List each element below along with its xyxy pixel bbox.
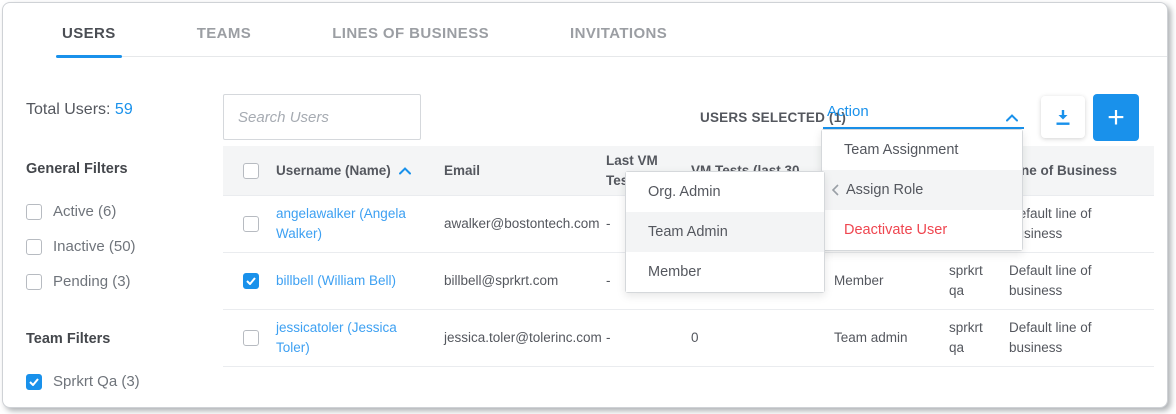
email-cell: awalker@bostontech.com [441, 196, 606, 252]
checkbox-active[interactable] [26, 204, 42, 220]
menu-item-deactivate-user[interactable]: Deactivate User [822, 210, 1022, 250]
submenu-item-member[interactable]: Member [626, 252, 824, 292]
tab-teams[interactable]: TEAMS [197, 16, 252, 56]
role-cell: Team admin [829, 310, 944, 366]
checkbox-pending[interactable] [26, 274, 42, 290]
header-line-of-business[interactable]: Line of Business [1004, 146, 1154, 195]
line-of-business-cell: Default line of business [1004, 196, 1154, 252]
row-select-cell[interactable] [223, 310, 263, 366]
row-checkbox[interactable] [243, 273, 259, 289]
username-link[interactable]: jessicatoler (Jessica Toler) [276, 318, 433, 357]
tab-users[interactable]: USERS [62, 16, 116, 56]
total-users-label: Total Users: [26, 101, 110, 118]
action-dropdown-label: Action [827, 103, 869, 120]
tab-invitations[interactable]: INVITATIONS [570, 16, 667, 56]
header-username[interactable]: Username (Name) [263, 146, 441, 195]
filter-sprkrt-qa[interactable]: Sprkrt Qa (3) [26, 373, 140, 390]
line-of-business-cell: Default line of business [1004, 253, 1154, 309]
team-cell: sprkrt qa [944, 310, 1004, 366]
check-icon [246, 277, 256, 285]
header-email[interactable]: Email [441, 146, 606, 195]
row-select-cell[interactable] [223, 196, 263, 252]
row-checkbox[interactable] [243, 216, 259, 232]
download-icon [1055, 109, 1071, 126]
role-cell: Member [829, 253, 944, 309]
filter-pending[interactable]: Pending (3) [26, 273, 131, 290]
vm-tests-cell: 0 [689, 310, 829, 366]
add-user-button[interactable]: + [1093, 94, 1139, 141]
sort-ascending-icon[interactable] [399, 167, 411, 175]
header-username-label: Username (Name) [276, 161, 391, 181]
general-filters-title: General Filters [26, 161, 128, 177]
filter-inactive-label: Inactive (50) [53, 238, 136, 255]
chevron-left-icon [832, 184, 839, 200]
select-all-checkbox[interactable] [243, 163, 259, 179]
table-row: jessicatoler (Jessica Toler) jessica.tol… [223, 310, 1154, 367]
row-select-cell[interactable] [223, 253, 263, 309]
chevron-up-icon [1006, 109, 1018, 127]
action-dropdown[interactable]: Action [823, 100, 1024, 129]
row-checkbox[interactable] [243, 330, 259, 346]
page-panel: USERS TEAMS LINES OF BUSINESS INVITATION… [2, 2, 1168, 408]
team-cell: sprkrt qa [944, 253, 1004, 309]
header-select-all[interactable] [223, 146, 263, 195]
filter-active[interactable]: Active (6) [26, 203, 116, 220]
team-filters-title: Team Filters [26, 331, 110, 347]
filter-sprkrt-qa-label: Sprkrt Qa (3) [53, 373, 140, 390]
check-icon [29, 378, 39, 386]
email-cell: jessica.toler@tolerinc.com [441, 310, 606, 366]
assign-role-submenu: Org. Admin Team Admin Member [625, 171, 825, 293]
checkbox-sprkrt-qa[interactable] [26, 374, 42, 390]
checkbox-inactive[interactable] [26, 239, 42, 255]
username-link[interactable]: billbell (William Bell) [276, 271, 396, 291]
tab-lines-of-business[interactable]: LINES OF BUSINESS [332, 16, 489, 56]
line-of-business-cell: Default line of business [1004, 310, 1154, 366]
user-management-app: USERS TEAMS LINES OF BUSINESS INVITATION… [0, 0, 1176, 414]
menu-item-assign-role[interactable]: Assign Role [822, 170, 1022, 210]
filter-inactive[interactable]: Inactive (50) [26, 238, 136, 255]
menu-item-team-assignment[interactable]: Team Assignment [822, 130, 1022, 170]
menu-item-assign-role-label: Assign Role [846, 182, 923, 198]
last-vm-test-cell: - [606, 310, 689, 366]
filter-pending-label: Pending (3) [53, 273, 131, 290]
download-users-button[interactable] [1041, 96, 1085, 138]
submenu-item-org-admin[interactable]: Org. Admin [626, 172, 824, 212]
filter-active-label: Active (6) [53, 203, 116, 220]
email-cell: billbell@sprkrt.com [441, 253, 606, 309]
tab-bar: USERS TEAMS LINES OF BUSINESS INVITATION… [56, 16, 1167, 57]
submenu-item-team-admin[interactable]: Team Admin [626, 212, 824, 252]
username-link[interactable]: angelawalker (Angela Walker) [276, 204, 433, 243]
action-menu: Team Assignment Assign Role Deactivate U… [821, 129, 1023, 251]
total-users: Total Users: 59 [26, 101, 133, 119]
total-users-value: 59 [115, 101, 133, 118]
search-input[interactable] [223, 94, 421, 140]
